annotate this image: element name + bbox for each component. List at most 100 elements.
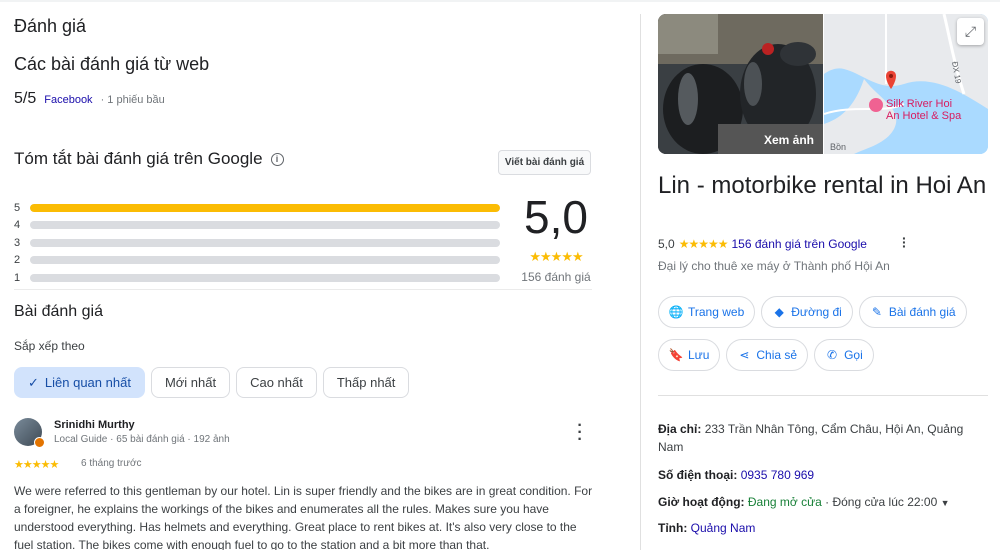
bookmark-button[interactable]: 🔖 Lưu	[658, 339, 721, 371]
review-time: 6 tháng trước	[81, 458, 142, 469]
avatar[interactable]	[14, 418, 45, 448]
write-review-button[interactable]: Viết bài đánh giá	[498, 150, 591, 175]
overall-score: 5,0	[524, 191, 588, 243]
rating-bar-track	[30, 238, 500, 247]
globe-button[interactable]: 🌐 Trang web	[658, 296, 756, 328]
sort-chip-label: Mới nhất	[164, 375, 217, 390]
rating-bar-label: 2	[14, 254, 21, 267]
google-knowledge-panel: Đánh giá Các bài đánh giá từ web 5/5 Fac…	[0, 0, 1000, 550]
address-value: 233 Trần Nhân Tông, Cẩm Châu, Hội An, Qu…	[658, 422, 964, 454]
review-icon: ✎	[871, 305, 882, 319]
address-line: Địa chỉ: 233 Trần Nhân Tông, Cẩm Châu, H…	[658, 420, 988, 456]
province-link[interactable]: Quảng Nam	[691, 521, 756, 535]
map-hotel-label-2: An Hotel & Spa	[886, 110, 962, 122]
business-name: Lin - motorbike rental in Hoi An	[658, 172, 987, 199]
page-title: Đánh giá	[14, 16, 87, 36]
action-label: Trang web	[688, 305, 745, 319]
web-reviews-title: Các bài đánh giá từ web	[14, 54, 210, 74]
review-author-meta: Local Guide · 65 bài đánh giá · 192 ảnh	[54, 434, 230, 445]
rating-bar-label: 1	[14, 271, 21, 284]
phone-link[interactable]: 0935 780 969	[741, 468, 814, 482]
panel-divider	[640, 14, 641, 550]
review-author[interactable]: Srinidhi Murthy	[54, 419, 135, 431]
action-label: Gọi	[844, 348, 863, 362]
action-buttons: 🌐 Trang web ◆ Đường đi ✎ Bài đánh giá 🔖 Lưu ⋖ Ch…	[658, 296, 988, 382]
action-row-1: 🌐 Trang web ◆ Đường đi ✎ Bài đánh giá	[658, 296, 988, 328]
sort-chip[interactable]: Thấp nhất	[322, 367, 410, 398]
overall-stars: ★★★★★	[529, 249, 583, 264]
review-button[interactable]: ✎ Bài đánh giá	[858, 296, 967, 328]
sort-label: Sắp xếp theo	[14, 339, 85, 353]
review-stars: ★★★★★	[14, 459, 59, 471]
more-options-icon[interactable]: · · ·	[572, 418, 588, 448]
directions-button[interactable]: ◆ Đường đi	[761, 296, 853, 328]
globe-icon: 🌐	[668, 305, 684, 319]
address-label: Địa chỉ:	[658, 422, 702, 436]
action-row-2: 🔖 Lưu ⋖ Chia sẻ ✆ Gọi	[658, 339, 988, 371]
sort-chip[interactable]: Cao nhất	[236, 367, 317, 398]
rating-bar-label: 3	[14, 236, 21, 249]
hours-label: Giờ hoạt động:	[658, 495, 745, 509]
sort-chip[interactable]: ✓ Liên quan nhất	[14, 367, 145, 398]
divider	[658, 395, 988, 396]
phone-line: Số điện thoại: 0935 780 969	[658, 466, 988, 484]
action-label: Lưu	[688, 348, 710, 362]
open-status: Đang mở cửa	[747, 495, 822, 509]
rating-bar-track	[30, 221, 500, 230]
province-label: Tỉnh:	[658, 521, 688, 535]
rating-bar-track	[30, 203, 500, 212]
rating-distribution: 5 4 3 2 1	[14, 199, 500, 287]
web-source-link[interactable]: Facebook	[44, 94, 92, 106]
rating-bar-row[interactable]: 4	[14, 217, 500, 235]
google-reviews-link[interactable]: 156 đánh giá trên Google	[731, 237, 866, 251]
share-button[interactable]: ⋖ Chia sẻ	[726, 339, 809, 371]
sort-chip[interactable]: Mới nhất	[150, 367, 231, 398]
expand-icon[interactable]: ⤢	[957, 18, 984, 45]
hours-line[interactable]: Giờ hoạt động: Đang mở cửa · Đóng cửa lú…	[658, 493, 988, 512]
business-score: 5,0	[658, 237, 675, 251]
more-options-icon[interactable]: · · ·	[902, 231, 907, 253]
closing-time: · Đóng cửa lúc 22:00	[825, 495, 938, 509]
review-text: We were referred to this gentleman by ou…	[14, 484, 593, 550]
local-guide-badge-icon	[34, 437, 45, 448]
overall-count: 156 đánh giá	[521, 270, 591, 284]
web-score: 5/5	[14, 90, 37, 107]
action-label: Chia sẻ	[756, 348, 798, 362]
business-rating: 5,0 ★★★★★ 156 đánh giá trên Google	[658, 237, 867, 251]
summary-title: Tóm tắt bài đánh giá trên Google i	[14, 149, 284, 169]
business-stars: ★★★★★	[678, 237, 729, 251]
summary-title-text: Tóm tắt bài đánh giá trên Google	[14, 149, 263, 168]
sort-chips: ✓ Liên quan nhất Mới nhất Cao nhất Thấp nhất	[14, 367, 410, 398]
rating-bar-row[interactable]: 1	[14, 269, 500, 287]
directions-icon: ◆	[774, 305, 784, 319]
view-photos-label[interactable]: Xem ảnh	[764, 133, 814, 147]
map-hotel-label-1: Silk River Hoi	[886, 98, 952, 110]
rating-bar-label: 4	[14, 219, 21, 232]
rating-bar-label: 5	[14, 201, 21, 214]
map-place-label: Bồn	[830, 142, 846, 152]
share-icon: ⋖	[739, 348, 750, 362]
web-rating: 5/5 Facebook · 1 phiếu bầu	[14, 90, 165, 108]
chevron-down-icon[interactable]: ▼	[941, 498, 950, 508]
rating-bar-row[interactable]: 5	[14, 199, 500, 217]
rating-bar-row[interactable]: 2	[14, 252, 500, 270]
phone-button[interactable]: ✆ Gọi	[814, 339, 874, 371]
reviews-title: Bài đánh giá	[14, 303, 103, 320]
rating-bar-track	[30, 256, 500, 265]
action-label: Bài đánh giá	[888, 305, 956, 319]
check-icon: ✓	[28, 374, 39, 390]
phone-icon: ✆	[827, 348, 838, 362]
info-icon[interactable]: i	[270, 152, 284, 166]
divider	[14, 289, 592, 290]
web-votes: · 1 phiếu bầu	[100, 94, 165, 106]
province-line: Tỉnh: Quảng Nam	[658, 519, 988, 537]
reviews-panel: Đánh giá Các bài đánh giá từ web 5/5 Fac…	[0, 0, 610, 550]
sort-chip-label: Thấp nhất	[336, 375, 396, 390]
sort-chip-label: Cao nhất	[250, 375, 303, 390]
phone-label: Số điện thoại:	[658, 468, 738, 482]
rating-bar-row[interactable]: 3	[14, 234, 500, 252]
rating-bar-track	[30, 273, 500, 282]
action-label: Đường đi	[791, 305, 842, 319]
business-category: Đại lý cho thuê xe máy ở Thành phố Hội A…	[658, 259, 890, 273]
bookmark-icon: 🔖	[668, 348, 684, 362]
